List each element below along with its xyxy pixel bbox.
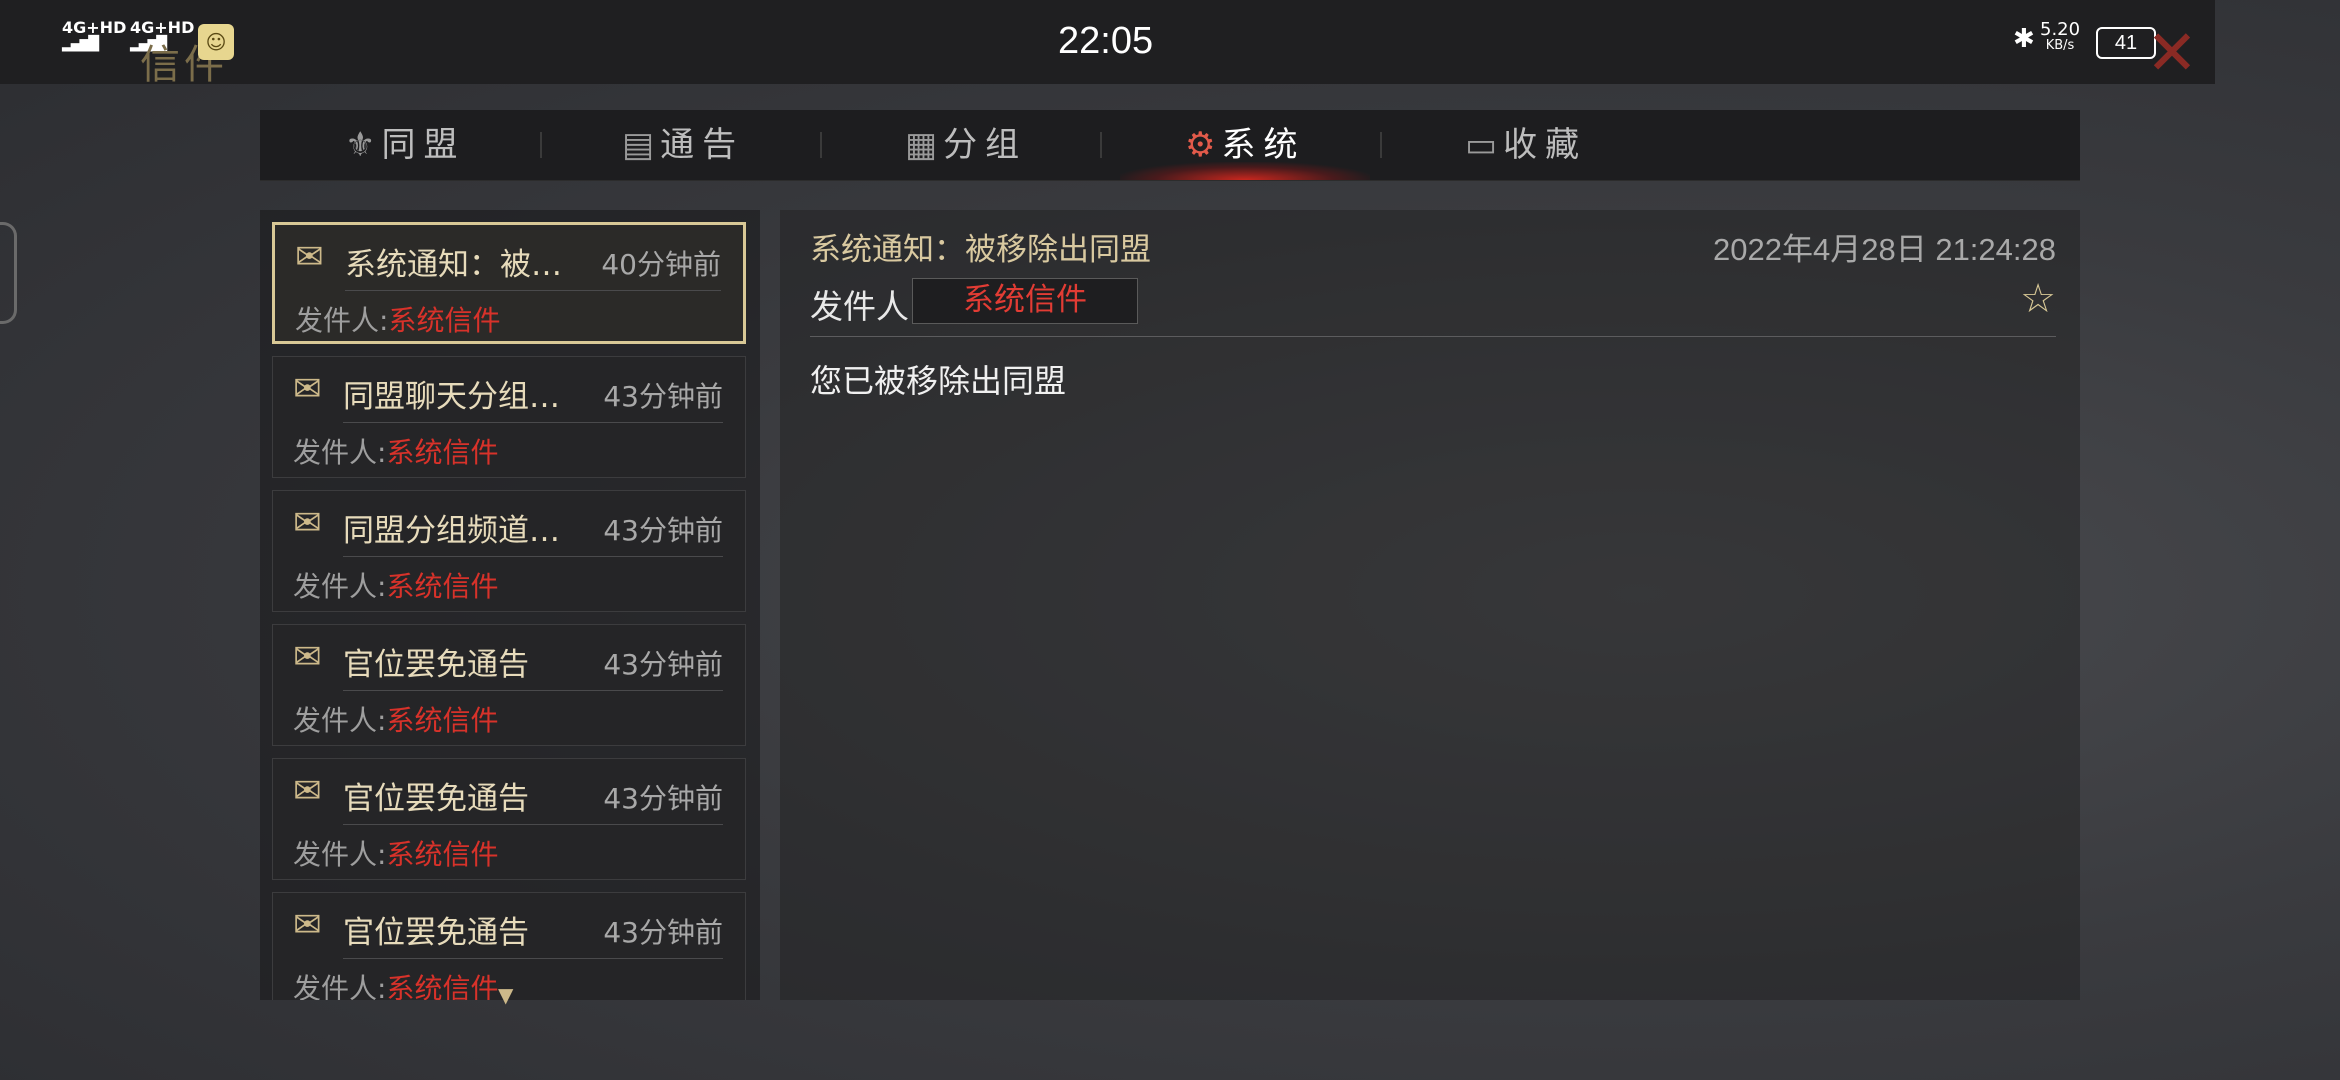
mail-time: 43分钟前 bbox=[603, 648, 723, 681]
envelope-icon: ✉ bbox=[293, 369, 322, 409]
mail-list-item[interactable]: ✉ 系统通知：被移除出同盟 40分钟前 发件人:系统信件 bbox=[272, 222, 746, 344]
mail-time: 43分钟前 bbox=[603, 916, 723, 949]
divider bbox=[810, 336, 2056, 337]
divider bbox=[343, 422, 723, 423]
sender-button[interactable]: 系统信件 bbox=[912, 278, 1138, 324]
mail-time: 43分钟前 bbox=[603, 782, 723, 815]
bluetooth-icon: ✱ bbox=[2013, 24, 2035, 54]
star-favorite-icon[interactable]: ☆ bbox=[2020, 276, 2056, 322]
divider bbox=[343, 556, 723, 557]
notice-icon: ▤ bbox=[622, 125, 655, 165]
detail-from-label: 发件人 bbox=[810, 287, 909, 326]
side-handle[interactable] bbox=[0, 222, 17, 324]
mail-from: 发件人:系统信件 bbox=[293, 972, 499, 1000]
mail-subject: 系统通知：被移除出同盟 bbox=[345, 247, 575, 283]
group-icon: ▦ bbox=[905, 125, 938, 165]
tab-divider bbox=[540, 132, 542, 158]
mail-subject: 官位罢免通告 bbox=[343, 915, 529, 951]
scroll-down-indicator-icon[interactable]: ▼ bbox=[498, 983, 513, 1007]
envelope-icon: ✉ bbox=[293, 771, 322, 811]
detail-date: 2022年4月28日 21:24:28 bbox=[1713, 232, 2056, 267]
clock: 22:05 bbox=[1058, 20, 1154, 62]
tab-group[interactable]: ▦ 分组 bbox=[905, 110, 1027, 180]
mail-from: 发件人:系统信件 bbox=[293, 436, 499, 469]
signal-bars-icon: ▂▄▆█ bbox=[62, 36, 99, 52]
close-icon[interactable]: ✕ bbox=[2146, 22, 2198, 84]
divider bbox=[343, 690, 723, 691]
mail-list-item[interactable]: ✉ 同盟聊天分组… 43分钟前 发件人:系统信件 bbox=[272, 356, 746, 478]
tab-favorites[interactable]: ▭ 收藏 bbox=[1465, 110, 1587, 180]
divider bbox=[345, 290, 721, 291]
mail-list-item[interactable]: ✉ 同盟分组频道… 43分钟前 发件人:系统信件 bbox=[272, 490, 746, 612]
avatar[interactable]: ☺ bbox=[198, 24, 234, 60]
envelope-icon: ✉ bbox=[295, 237, 324, 277]
net-speed: 5.20 KB/s bbox=[2040, 19, 2081, 54]
envelope-icon: ✉ bbox=[293, 637, 322, 677]
detail-body: 您已被移除出同盟 bbox=[810, 362, 1067, 400]
tab-divider bbox=[1100, 132, 1102, 158]
alliance-emblem-icon: ⚜ bbox=[345, 125, 376, 165]
mail-subject: 同盟分组频道… bbox=[343, 513, 560, 549]
signal-indicator-1: 4G+HD ▂▄▆█ bbox=[62, 18, 127, 53]
tab-alliance[interactable]: ⚜ 同盟 bbox=[345, 110, 465, 180]
mail-from: 发件人:系统信件 bbox=[293, 570, 499, 603]
status-bar: 4G+HD ▂▄▆█ 4G+HD ▂▄▆█ 信件 ☺ 22:05 ✱ 5.20 KB/… bbox=[0, 0, 2215, 88]
chest-icon: ▭ bbox=[1465, 125, 1498, 165]
detail-subject: 系统通知：被移除出同盟 bbox=[810, 232, 1151, 268]
mail-time: 40分钟前 bbox=[601, 248, 721, 281]
mail-from: 发件人:系统信件 bbox=[293, 838, 499, 871]
tab-divider bbox=[820, 132, 822, 158]
divider bbox=[343, 824, 723, 825]
tab-divider bbox=[1380, 132, 1382, 158]
envelope-icon: ✉ bbox=[293, 905, 322, 945]
mail-subject: 官位罢免通告 bbox=[343, 647, 529, 683]
mail-list-item[interactable]: ✉ 官位罢免通告 43分钟前 发件人:系统信件 bbox=[272, 758, 746, 880]
mail-list[interactable]: ✉ 系统通知：被移除出同盟 40分钟前 发件人:系统信件 ✉ 同盟聊天分组… 4… bbox=[260, 210, 760, 1000]
active-tab-indicator bbox=[1120, 162, 1370, 180]
mail-time: 43分钟前 bbox=[603, 514, 723, 547]
mail-time: 43分钟前 bbox=[603, 380, 723, 413]
tab-notice[interactable]: ▤ 通告 bbox=[622, 110, 744, 180]
mail-subject: 同盟聊天分组… bbox=[343, 379, 560, 415]
mail-list-item[interactable]: ✉ 官位罢免通告 43分钟前 发件人:系统信件 bbox=[272, 624, 746, 746]
mail-from: 发件人:系统信件 bbox=[293, 704, 499, 737]
mail-subject: 官位罢免通告 bbox=[343, 781, 529, 817]
divider bbox=[343, 958, 723, 959]
mail-from: 发件人:系统信件 bbox=[295, 304, 501, 337]
envelope-icon: ✉ bbox=[293, 503, 322, 543]
mail-detail: 系统通知：被移除出同盟 2022年4月28日 21:24:28 发件人 系统信件… bbox=[780, 210, 2080, 1000]
